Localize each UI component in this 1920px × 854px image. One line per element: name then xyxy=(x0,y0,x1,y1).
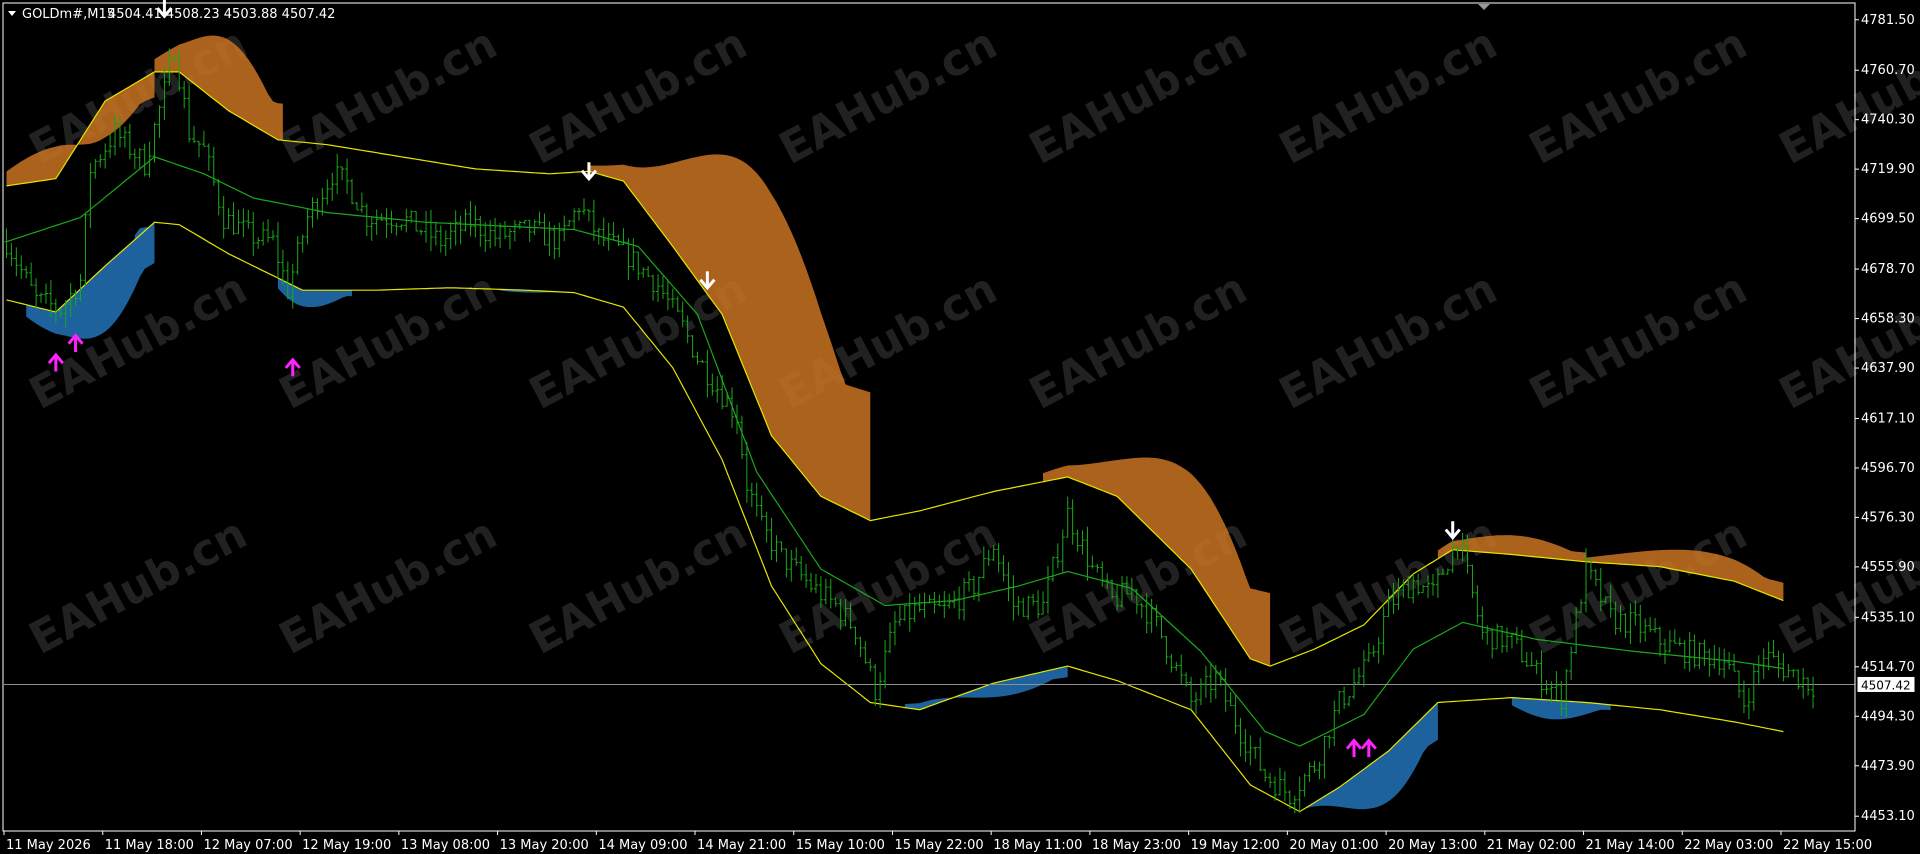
x-tick-label: 14 May 21:00 xyxy=(697,838,786,853)
y-tick-label: 4617.10 xyxy=(1861,411,1915,426)
y-tick-label: 4719.90 xyxy=(1861,162,1915,177)
price-chart[interactable]: EAHub.cn EAHub.cn EAHub.cn EAHub.cn EAHub.cn… xyxy=(0,0,1920,854)
symbol-label: GOLDm#,M15 xyxy=(22,7,115,22)
x-tick-label: 20 May 13:00 xyxy=(1388,838,1477,853)
x-tick-label: 15 May 10:00 xyxy=(796,838,885,853)
x-tick-label: 15 May 22:00 xyxy=(894,838,983,853)
x-tick-label: 22 May 15:00 xyxy=(1783,838,1872,853)
y-tick-label: 4596.70 xyxy=(1861,461,1915,476)
y-tick-label: 4473.90 xyxy=(1861,759,1915,774)
x-tick-label: 18 May 23:00 xyxy=(1092,838,1181,853)
current-price-tag: 4507.42 xyxy=(1856,675,1916,693)
x-tick-label: 12 May 19:00 xyxy=(302,838,391,853)
y-tick-label: 4453.10 xyxy=(1861,809,1915,824)
x-tick-label: 11 May 2026 xyxy=(6,838,91,853)
y-tick-label: 4658.30 xyxy=(1861,312,1915,327)
x-tick-label: 13 May 20:00 xyxy=(500,838,589,853)
x-tick-label: 14 May 09:00 xyxy=(598,838,687,853)
x-tick-label: 21 May 14:00 xyxy=(1586,838,1675,853)
x-tick-label: 22 May 03:00 xyxy=(1684,838,1773,853)
y-tick-label: 4678.70 xyxy=(1861,262,1915,277)
x-tick-label: 12 May 07:00 xyxy=(203,838,292,853)
chart-header: GOLDm#,M15 4504.41 4508.23 4503.88 4507.… xyxy=(8,7,335,22)
x-tick-label: 18 May 11:00 xyxy=(993,838,1082,853)
y-tick-label: 4637.90 xyxy=(1861,361,1915,376)
x-tick-label: 20 May 01:00 xyxy=(1289,838,1378,853)
x-tick-label: 11 May 18:00 xyxy=(105,838,194,853)
y-tick-label: 4699.50 xyxy=(1861,212,1915,227)
x-tick-label: 21 May 02:00 xyxy=(1487,838,1576,853)
y-tick-label: 4514.70 xyxy=(1861,660,1915,675)
x-tick-label: 13 May 08:00 xyxy=(401,838,490,853)
y-tick-label: 4576.30 xyxy=(1861,510,1915,525)
y-tick-label: 4740.30 xyxy=(1861,113,1915,128)
y-tick-label: 4494.30 xyxy=(1861,709,1915,724)
y-tick-label: 4760.70 xyxy=(1861,63,1915,78)
current-price-label: 4507.42 xyxy=(1861,678,1911,692)
y-tick-label: 4535.10 xyxy=(1861,610,1915,625)
y-tick-label: 4781.50 xyxy=(1861,13,1915,28)
x-tick-label: 19 May 12:00 xyxy=(1191,838,1280,853)
y-tick-label: 4555.90 xyxy=(1861,560,1915,575)
ohlc-label: 4504.41 4508.23 4503.88 4507.42 xyxy=(108,7,335,22)
